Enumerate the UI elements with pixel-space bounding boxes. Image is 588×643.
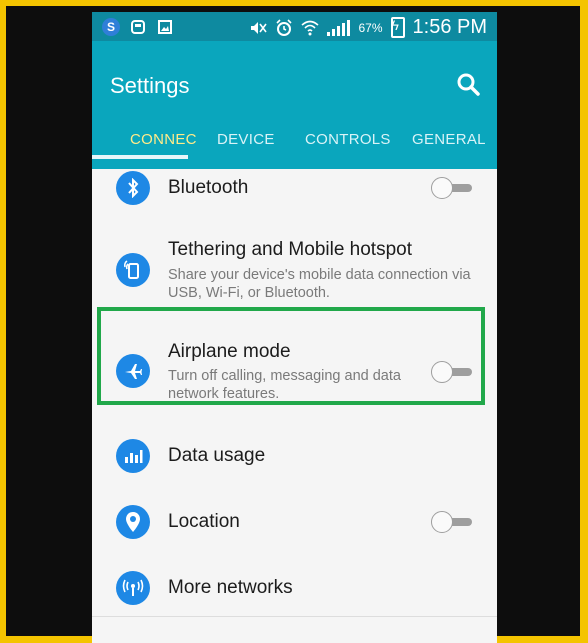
battery-percent: 67% <box>358 20 383 35</box>
page-title: Settings <box>110 73 190 98</box>
tab-connections[interactable]: CONNEC <box>130 131 197 148</box>
mute-icon <box>249 19 268 37</box>
setting-title: More networks <box>168 577 293 598</box>
tab-controls[interactable]: CONTROLS <box>305 131 391 148</box>
app-bar: Settings CONNEC DEVICE CONTROLS GENERAL <box>92 41 497 169</box>
status-bar: S 67% 1:56 PM <box>92 12 497 41</box>
setting-bluetooth[interactable]: Bluetooth <box>92 169 497 209</box>
status-clock: 1:56 PM <box>412 16 487 38</box>
search-icon <box>457 73 480 96</box>
setting-more-networks[interactable]: More networks <box>92 569 497 609</box>
usb-icon <box>129 18 147 36</box>
alarm-icon <box>275 18 293 37</box>
notification-icons: S <box>102 18 174 36</box>
tab-device[interactable]: DEVICE <box>217 131 275 148</box>
setting-title: Location <box>168 511 240 532</box>
airplane-mode-highlight <box>97 307 485 405</box>
active-tab-indicator <box>92 155 188 159</box>
setting-data-usage[interactable]: Data usage <box>92 437 497 477</box>
tab-general[interactable]: GENERAL <box>412 131 486 148</box>
location-toggle[interactable] <box>431 511 473 533</box>
battery-charging-icon <box>390 17 405 38</box>
wifi-icon <box>301 19 320 37</box>
location-pin-icon <box>116 505 150 539</box>
setting-tethering[interactable]: Tethering and Mobile hotspot Share your … <box>92 231 497 311</box>
setting-title: Bluetooth <box>168 177 249 198</box>
hotspot-icon <box>116 253 150 287</box>
signal-icon <box>327 19 351 36</box>
list-divider <box>92 616 497 617</box>
setting-title: Tethering and Mobile hotspot <box>168 239 412 260</box>
skype-icon: S <box>102 18 120 36</box>
setting-title: Data usage <box>168 445 266 466</box>
data-usage-icon <box>116 439 150 473</box>
bluetooth-icon <box>116 171 150 205</box>
setting-description: Share your device's mobile data connecti… <box>168 267 471 301</box>
system-icons: 67% 1:56 PM <box>249 16 487 39</box>
search-button[interactable] <box>455 71 483 99</box>
antenna-icon <box>116 571 150 605</box>
setting-location[interactable]: Location <box>92 503 497 543</box>
image-icon <box>156 18 174 36</box>
bluetooth-toggle[interactable] <box>431 177 473 199</box>
